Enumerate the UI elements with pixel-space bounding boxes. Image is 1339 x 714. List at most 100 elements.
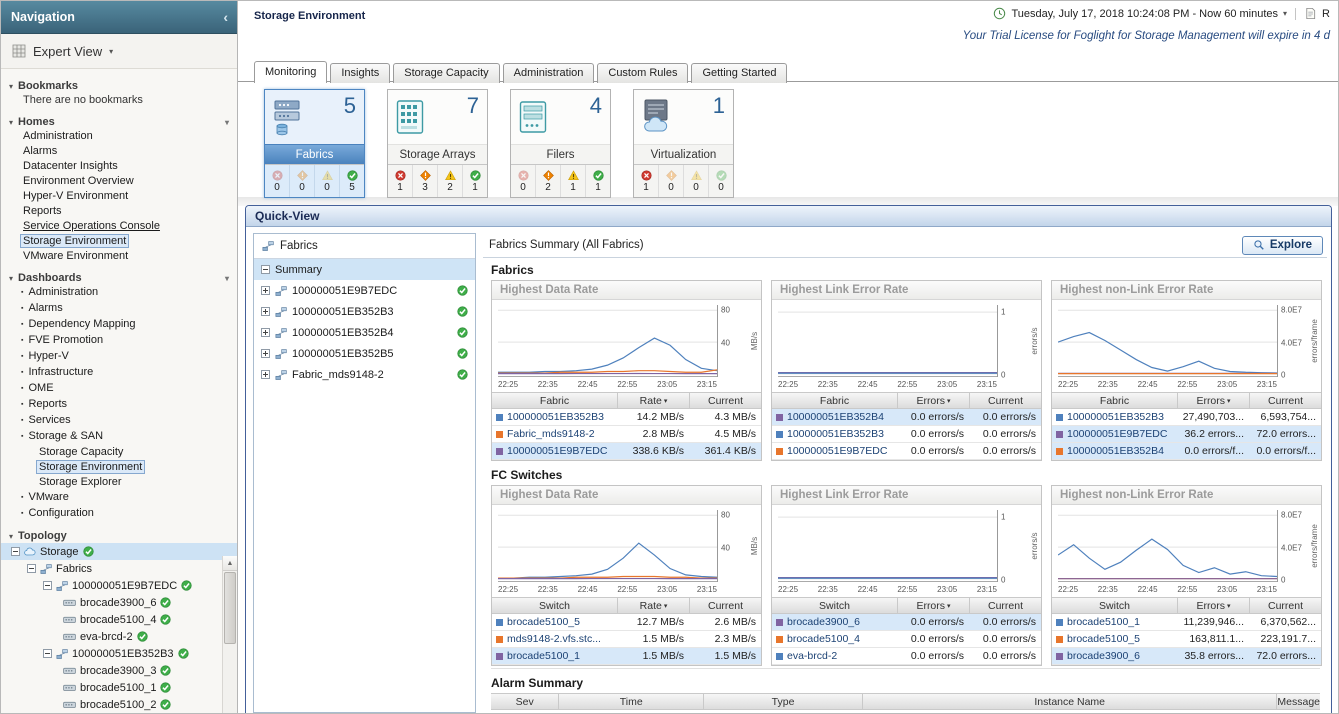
section-menu-icon[interactable]: ▾ <box>225 274 229 283</box>
dashboard-item-reports[interactable]: Reports <box>1 397 237 413</box>
dashboards-section-header[interactable]: ▾Dashboards▾ <box>1 270 237 285</box>
status-warning[interactable]: 0 <box>315 165 340 197</box>
dashboard-item-storage-explorer[interactable]: Storage Explorer <box>1 475 237 490</box>
tab-monitoring[interactable]: Monitoring <box>254 61 327 83</box>
status-critical[interactable]: 0 <box>659 165 684 197</box>
table-row[interactable]: 100000051EB352B3 14.2 MB/s 4.3 MB/s <box>492 409 761 426</box>
chevron-down-icon[interactable]: ▾ <box>1283 9 1287 18</box>
tree-item-summary[interactable]: Summary <box>254 259 475 280</box>
tile-storage-arrays[interactable]: 7 Storage Arrays 1 3 2 1 <box>387 89 488 198</box>
sidebar-scrollbar[interactable]: ▲ <box>222 556 237 713</box>
alarm-col-time[interactable]: Time <box>558 694 703 709</box>
dashboard-item-ome[interactable]: OME <box>1 381 237 397</box>
topology-node-switch[interactable]: brocade5100_4 <box>1 611 237 628</box>
dashboard-item-hyperv[interactable]: Hyper-V <box>1 349 237 365</box>
dashboard-item-infrastructure[interactable]: Infrastructure <box>1 365 237 381</box>
alarm-col-message[interactable]: Message <box>1276 694 1320 709</box>
table-row-selected[interactable]: brocade3900_6 0.0 errors/s 0.0 errors/s <box>772 614 1041 631</box>
table-row[interactable]: 100000051E9B7EDC 0.0 errors/s 0.0 errors… <box>772 443 1041 460</box>
tree-item-fabric[interactable]: 100000051EB352B3 <box>254 301 475 322</box>
table-row[interactable]: 100000051EB352B3 0.0 errors/s 0.0 errors… <box>772 426 1041 443</box>
homes-section-header[interactable]: ▾Homes▾ <box>1 114 237 129</box>
sidebar-item-alarms[interactable]: Alarms <box>1 144 237 159</box>
table-row[interactable]: eva-brcd-2 0.0 errors/s 0.0 errors/s <box>772 648 1041 665</box>
sidebar-item-storage-environment-selected[interactable]: Storage Environment <box>1 234 237 249</box>
scroll-up-icon[interactable]: ▲ <box>223 556 237 571</box>
table-row-selected[interactable]: 100000051EB352B4 0.0 errors/s 0.0 errors… <box>772 409 1041 426</box>
table-row[interactable]: 100000051EB352B3 27,490,703... 6,593,754… <box>1052 409 1321 426</box>
dashboard-item-fve-promotion[interactable]: FVE Promotion <box>1 333 237 349</box>
status-fatal[interactable]: 1 <box>634 165 659 197</box>
table-row[interactable]: brocade5100_5 163,811.1... 223,191.7... <box>1052 631 1321 648</box>
topology-node-storage[interactable]: Storage <box>1 543 237 560</box>
tab-administration[interactable]: Administration <box>503 63 595 83</box>
table-row[interactable]: brocade5100_1 11,239,946... 6,370,562... <box>1052 614 1321 631</box>
scrollbar-thumb[interactable] <box>224 572 236 644</box>
topology-node-fabric[interactable]: 100000051EB352B3 <box>1 645 237 662</box>
table-row[interactable]: brocade5100_4 0.0 errors/s 0.0 errors/s <box>772 631 1041 648</box>
table-row[interactable]: brocade5100_5 12.7 MB/s 2.6 MB/s <box>492 614 761 631</box>
status-critical[interactable]: 3 <box>413 165 438 197</box>
dashboard-item-storage-environment-selected[interactable]: Storage Environment <box>1 460 237 475</box>
topology-node-switch[interactable]: brocade5100_1 <box>1 679 237 696</box>
table-row-selected[interactable]: brocade3900_6 35.8 errors... 72.0 errors… <box>1052 648 1321 665</box>
sidebar-item-service-operations-console[interactable]: Service Operations Console <box>1 219 237 234</box>
sidebar-item-administration[interactable]: Administration <box>1 129 237 144</box>
view-selector[interactable]: Expert View ▾ <box>1 34 237 69</box>
status-warning[interactable]: 2 <box>438 165 463 197</box>
dashboard-item-administration[interactable]: Administration <box>1 285 237 301</box>
tree-item-fabric[interactable]: 100000051EB352B5 <box>254 343 475 364</box>
tile-filers[interactable]: 4 Filers 0 2 1 1 <box>510 89 611 198</box>
tab-custom-rules[interactable]: Custom Rules <box>597 63 688 83</box>
tile-virtualization[interactable]: 1 Virtualization 1 0 0 0 <box>633 89 734 198</box>
alarm-col-type[interactable]: Type <box>703 694 862 709</box>
dashboard-item-configuration[interactable]: Configuration <box>1 506 237 522</box>
topology-node-switch[interactable]: eva-brcd-2 <box>1 628 237 645</box>
status-normal[interactable]: 1 <box>586 165 610 197</box>
status-fatal[interactable]: 0 <box>511 165 536 197</box>
expand-icon[interactable] <box>261 307 270 316</box>
tab-storage-capacity[interactable]: Storage Capacity <box>393 63 499 83</box>
table-row[interactable]: mds9148-2.vfs.stc... 1.5 MB/s 2.3 MB/s <box>492 631 761 648</box>
expand-icon[interactable] <box>261 328 270 337</box>
status-critical[interactable]: 2 <box>536 165 561 197</box>
table-row-selected[interactable]: 100000051E9B7EDC 36.2 errors... 72.0 err… <box>1052 426 1321 443</box>
section-menu-icon[interactable]: ▾ <box>225 118 229 127</box>
collapse-icon[interactable] <box>27 564 36 573</box>
collapse-icon[interactable] <box>43 649 52 658</box>
topology-node-fabrics[interactable]: Fabrics <box>1 560 237 577</box>
topology-node-fabric[interactable]: 100000051E9B7EDC <box>1 577 237 594</box>
tile-fabrics[interactable]: 5 Fabrics 0 0 0 5 <box>264 89 365 198</box>
table-row-selected[interactable]: 100000051E9B7EDC 338.6 KB/s 361.4 KB/s <box>492 443 761 460</box>
tab-insights[interactable]: Insights <box>330 63 390 83</box>
status-normal[interactable]: 0 <box>709 165 733 197</box>
status-normal[interactable]: 1 <box>463 165 487 197</box>
explore-button[interactable]: Explore <box>1242 236 1323 255</box>
dashboard-item-services[interactable]: Services <box>1 413 237 429</box>
tree-item-fabric[interactable]: Fabric_mds9148-2 <box>254 364 475 385</box>
tree-item-fabric[interactable]: 100000051E9B7EDC <box>254 280 475 301</box>
expand-icon[interactable] <box>261 286 270 295</box>
sidebar-item-vmware-environment[interactable]: VMware Environment <box>1 249 237 264</box>
reports-icon[interactable] <box>1304 7 1317 20</box>
expand-icon[interactable] <box>261 370 270 379</box>
dashboard-item-alarms[interactable]: Alarms <box>1 301 237 317</box>
alarm-col-instance[interactable]: Instance Name <box>862 694 1276 709</box>
status-warning[interactable]: 1 <box>561 165 586 197</box>
sidebar-item-environment-overview[interactable]: Environment Overview <box>1 174 237 189</box>
topology-node-switch[interactable]: brocade3900_3 <box>1 662 237 679</box>
dashboard-item-storage-capacity[interactable]: Storage Capacity <box>1 445 237 460</box>
dashboard-item-vmware[interactable]: VMware <box>1 490 237 506</box>
collapse-icon[interactable] <box>261 265 270 274</box>
expand-icon[interactable] <box>261 349 270 358</box>
tab-getting-started[interactable]: Getting Started <box>691 63 787 83</box>
reports-label[interactable]: R <box>1322 8 1330 20</box>
time-range-text[interactable]: Tuesday, July 17, 2018 10:24:08 PM - Now… <box>1011 8 1278 20</box>
topology-node-switch[interactable]: brocade5100_2 <box>1 696 237 713</box>
collapse-icon[interactable] <box>43 581 52 590</box>
status-warning[interactable]: 0 <box>684 165 709 197</box>
collapse-icon[interactable] <box>11 547 20 556</box>
dashboard-item-dependency-mapping[interactable]: Dependency Mapping <box>1 317 237 333</box>
alarm-col-sev[interactable]: Sev <box>491 694 558 709</box>
status-fatal[interactable]: 1 <box>388 165 413 197</box>
